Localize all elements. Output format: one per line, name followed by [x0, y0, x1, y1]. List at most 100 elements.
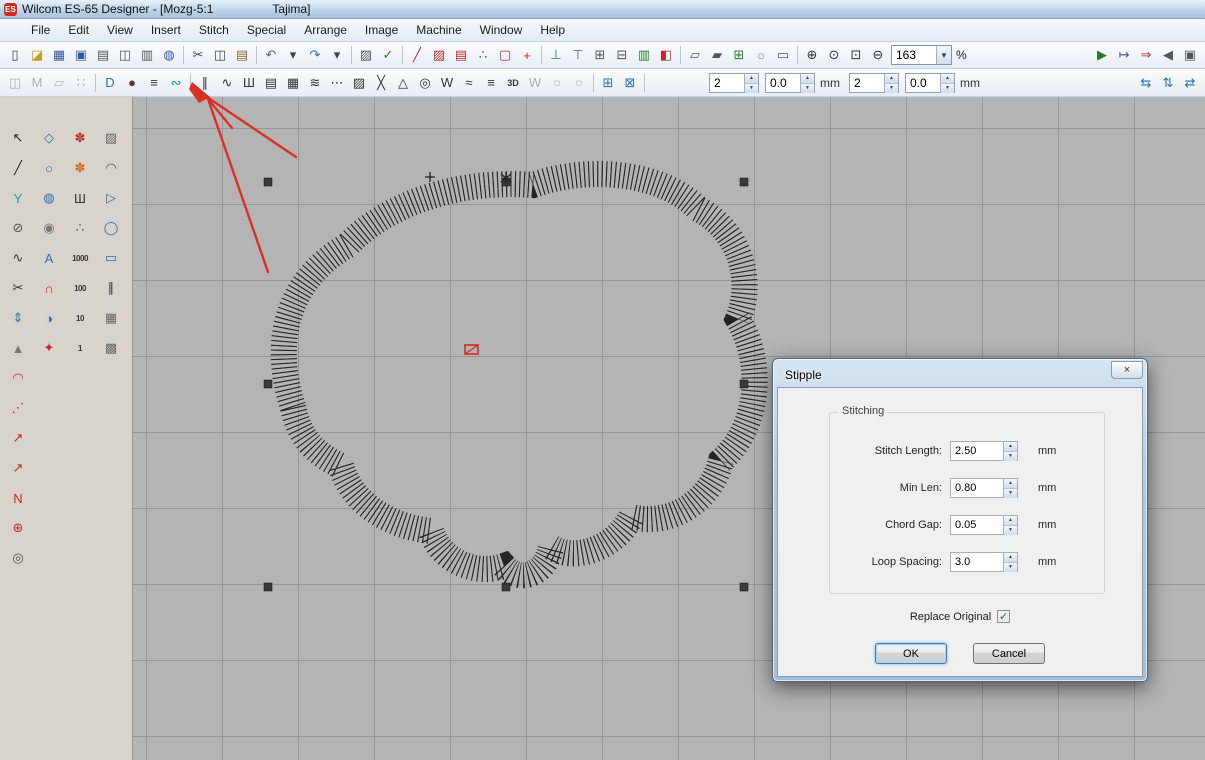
pull-offset-spin-icon[interactable]: ▲▼: [800, 74, 814, 92]
preset-density-1000[interactable]: 1000: [67, 245, 93, 271]
overview-window-icon[interactable]: ⊟: [611, 45, 633, 66]
star-point-tool[interactable]: ✦: [36, 335, 62, 361]
globe-effect-tool[interactable]: ◍: [36, 185, 62, 211]
nudge-left-right-icon[interactable]: ⇆: [1135, 72, 1157, 93]
min-len-input[interactable]: [951, 479, 1003, 497]
applique-icon[interactable]: ▱: [48, 72, 70, 93]
vector-grid-icon[interactable]: ⊠: [619, 72, 641, 93]
travel-by-stitch-icon[interactable]: ↦: [1113, 45, 1135, 66]
branching-tool[interactable]: Y: [5, 185, 31, 211]
menu-edit[interactable]: Edit: [59, 20, 98, 40]
circle-fill-icon[interactable]: ●: [121, 72, 143, 93]
pattern-stamp-tool[interactable]: ▦: [98, 305, 124, 331]
pattern-fill-icon[interactable]: ▦: [282, 72, 304, 93]
tatami-stitch-icon[interactable]: ▤: [260, 72, 282, 93]
carving-stamp-tool[interactable]: ▩: [98, 335, 124, 361]
coin-fill-tool[interactable]: ◉: [36, 215, 62, 241]
satin-stitch-icon[interactable]: ▨: [428, 45, 450, 66]
preset-density-100[interactable]: 100: [67, 275, 93, 301]
fancy-fill-icon[interactable]: D: [99, 72, 121, 93]
stitch-list-icon[interactable]: ⊞: [589, 45, 611, 66]
handle-mid-left[interactable]: [264, 380, 272, 388]
scissors-tool[interactable]: ✂: [5, 275, 31, 301]
cross-hatch-icon[interactable]: ╳: [370, 72, 392, 93]
trapunto-outline-icon[interactable]: ∾: [165, 72, 187, 93]
buddy-stitch-tool[interactable]: ∩: [36, 275, 62, 301]
menu-special[interactable]: Special: [238, 20, 295, 40]
chord-gap-field[interactable]: ▲▼: [950, 515, 1018, 535]
undo-dropdown-icon[interactable]: ▾: [282, 45, 304, 66]
ripple-fill-icon[interactable]: ◎: [414, 72, 436, 93]
menu-stitch[interactable]: Stitch: [190, 20, 238, 40]
stipple-fill-icon[interactable]: ≡: [143, 72, 165, 93]
motif-fill-icon[interactable]: ∴: [472, 45, 494, 66]
sequin-icon[interactable]: ∷: [70, 72, 92, 93]
nudge-up-down-icon[interactable]: ⇅: [1157, 72, 1179, 93]
preset-density-10[interactable]: 10: [67, 305, 93, 331]
density-dots-tool[interactable]: ∴: [67, 215, 93, 241]
zoom-in-icon[interactable]: ⊕: [801, 45, 823, 66]
cut-icon[interactable]: ✂: [187, 45, 209, 66]
warp-effect-icon[interactable]: W: [524, 72, 546, 93]
loop-spacing-field[interactable]: ▲▼: [950, 552, 1018, 572]
push-count-spin-icon[interactable]: ▲▼: [884, 74, 898, 92]
loop-spacing-input[interactable]: [951, 553, 1003, 571]
wave-fill-icon[interactable]: ≋: [304, 72, 326, 93]
monogram-icon[interactable]: M: [26, 72, 48, 93]
replace-original-checkbox[interactable]: ✓: [997, 610, 1010, 623]
stitch-wheel-tool[interactable]: ◎: [5, 545, 31, 571]
travel-by-color-icon[interactable]: ⇒: [1135, 45, 1157, 66]
push-count-stepper[interactable]: ▲▼: [849, 73, 899, 93]
ring-tool[interactable]: ◠: [5, 365, 31, 391]
handle-top-left[interactable]: [264, 178, 272, 186]
threed-effect-icon[interactable]: 3D: [502, 72, 524, 93]
freehand-tool[interactable]: ╱: [5, 155, 31, 181]
measure-tool[interactable]: ⇕: [5, 305, 31, 331]
contour-fill-icon[interactable]: ▢: [494, 45, 516, 66]
column-stitch-tool[interactable]: Ш: [67, 185, 93, 211]
pull-count-stepper[interactable]: ▲▼: [709, 73, 759, 93]
push-offset-input[interactable]: [906, 74, 940, 92]
manual-zigzag-tool[interactable]: N: [5, 485, 31, 511]
handle-bottom-center[interactable]: [502, 583, 510, 591]
slow-redraw-icon[interactable]: ▣: [1179, 45, 1201, 66]
canvas-flag-tool[interactable]: ▷: [98, 185, 124, 211]
hatch-lines-tool[interactable]: ▨: [98, 125, 124, 151]
menu-view[interactable]: View: [98, 20, 142, 40]
zigzag-stitch-icon[interactable]: ∿: [216, 72, 238, 93]
view-artistic-icon[interactable]: ▰: [706, 45, 728, 66]
pull-count-input[interactable]: [710, 74, 744, 92]
thread-colors-icon[interactable]: ▥: [633, 45, 655, 66]
zoom-combobox[interactable]: ▼: [891, 45, 952, 65]
select-tool[interactable]: ↖: [5, 125, 31, 151]
design-playback-icon[interactable]: ▶: [1091, 45, 1113, 66]
open-design-icon[interactable]: ◪: [26, 45, 48, 66]
stitch-length-field[interactable]: ▲▼: [950, 441, 1018, 461]
print-icon[interactable]: ▤: [92, 45, 114, 66]
zoom-dropdown-icon[interactable]: ▼: [936, 46, 951, 64]
zoom-out-icon[interactable]: ⊖: [867, 45, 889, 66]
chord-gap-input[interactable]: [951, 516, 1003, 534]
dialog-close-icon[interactable]: ×: [1111, 361, 1143, 379]
pull-offset-input[interactable]: [766, 74, 800, 92]
menu-window[interactable]: Window: [471, 20, 532, 40]
stitch-length-spinner-icon[interactable]: ▲▼: [1003, 442, 1017, 460]
e-stitch-icon[interactable]: Ш: [238, 72, 260, 93]
feather-edge-icon[interactable]: W: [436, 72, 458, 93]
reshape-tool[interactable]: ◇: [36, 125, 62, 151]
lettering-tool[interactable]: A: [36, 245, 62, 271]
save-as-icon[interactable]: ▣: [70, 45, 92, 66]
nudge-swap-icon[interactable]: ⇄: [1179, 72, 1201, 93]
jump-stitch-tool[interactable]: ↗: [5, 425, 31, 451]
handle-top-right[interactable]: [740, 178, 748, 186]
pull-count-spin-icon[interactable]: ▲▼: [744, 74, 758, 92]
handle-bottom-right[interactable]: [740, 583, 748, 591]
ellipse-tool[interactable]: ◯: [98, 215, 124, 241]
push-offset-spin-icon[interactable]: ▲▼: [940, 74, 954, 92]
sculpt-left-icon[interactable]: ○: [546, 72, 568, 93]
zoom-icon[interactable]: ⊙: [823, 45, 845, 66]
manual-stitch-tool[interactable]: ⋰: [5, 395, 31, 421]
cross-stitch-icon[interactable]: +: [516, 45, 538, 66]
show-hoop-icon[interactable]: ○: [750, 45, 772, 66]
cancel-button[interactable]: Cancel: [973, 643, 1045, 664]
